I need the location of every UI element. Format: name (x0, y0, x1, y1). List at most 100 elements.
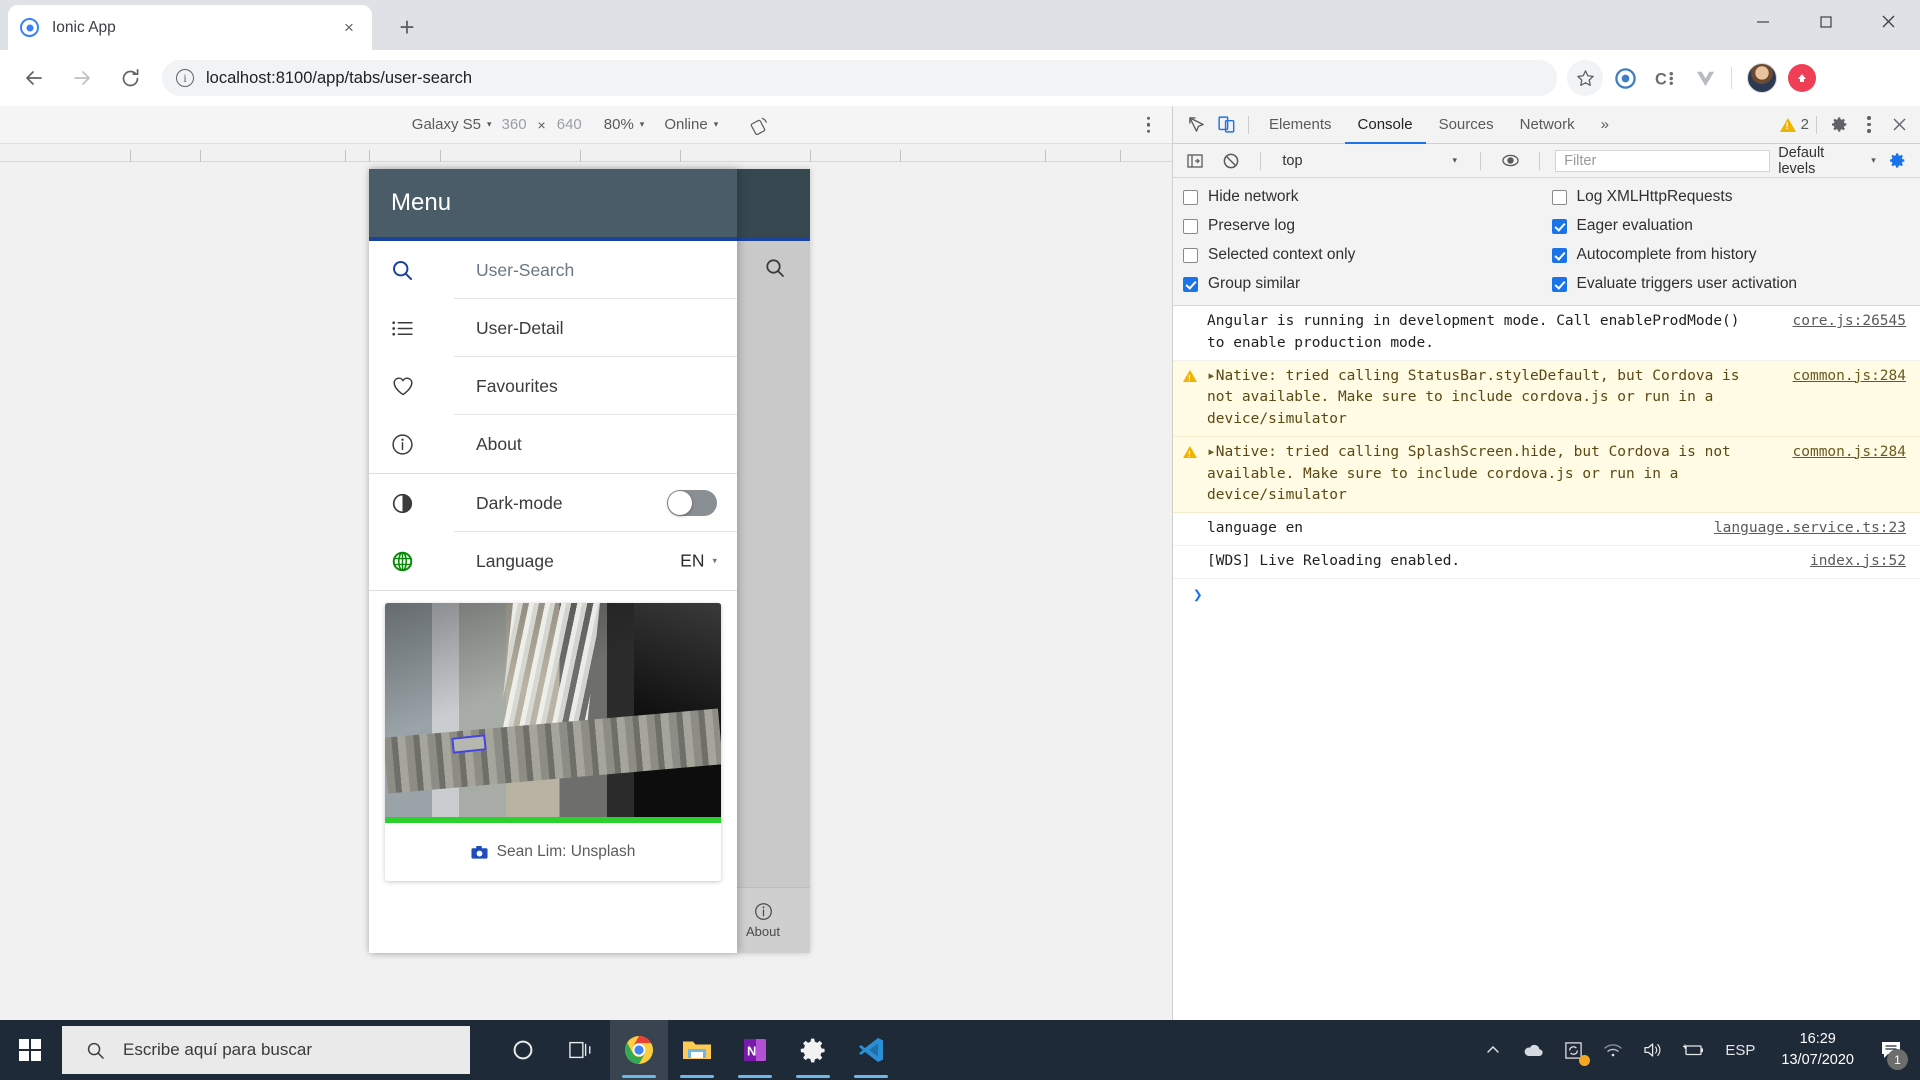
windows-start-icon[interactable] (0, 1020, 60, 1080)
checkbox[interactable] (1552, 248, 1567, 263)
language-select-value[interactable]: EN (680, 551, 704, 572)
console-message[interactable]: ▸Native: tried calling SplashScreen.hide… (1173, 437, 1920, 513)
taskbar-cortana-icon[interactable] (494, 1020, 552, 1080)
checkbox[interactable] (1552, 277, 1567, 292)
log-levels-selector[interactable]: Default levels ▾ (1778, 145, 1875, 177)
taskbar-task-view-icon[interactable] (552, 1020, 610, 1080)
star-icon[interactable] (1567, 60, 1603, 96)
checkbox[interactable] (1183, 248, 1198, 263)
pocket-icon[interactable] (1784, 60, 1820, 96)
keyboard-language-indicator[interactable]: ESP (1713, 1042, 1767, 1059)
dark-mode-toggle[interactable] (667, 490, 717, 516)
expand-arrow-icon[interactable]: ▸ (1207, 368, 1216, 384)
address-bar[interactable]: i localhost:8100/app/tabs/user-search (162, 60, 1557, 96)
show-hidden-icons-icon[interactable] (1473, 1020, 1513, 1080)
tab-elements[interactable]: Elements (1256, 106, 1345, 144)
console-message[interactable]: [WDS] Live Reloading enabled. index.js:5… (1173, 546, 1920, 579)
menu-item-user-detail[interactable]: User-Detail (369, 299, 737, 357)
setting-hide-network[interactable]: Hide network (1183, 188, 1552, 206)
onedrive-icon[interactable] (1513, 1020, 1553, 1080)
console-message-source[interactable]: core.js:26545 (1793, 311, 1907, 333)
checkbox[interactable] (1183, 190, 1198, 205)
setting-selected-context-only[interactable]: Selected context only (1183, 246, 1552, 264)
warning-count-badge[interactable]: 2 (1780, 116, 1809, 133)
menu-item-user-search[interactable]: User-Search (369, 241, 737, 299)
wifi-icon[interactable] (1593, 1020, 1633, 1080)
setting-preserve-log[interactable]: Preserve log (1183, 217, 1552, 235)
expand-arrow-icon[interactable]: ▸ (1207, 444, 1216, 460)
extension-clipboard-icon[interactable]: C (1647, 60, 1683, 96)
setting-eager-evaluation[interactable]: Eager evaluation (1552, 217, 1920, 235)
extension-vue-icon[interactable] (1687, 60, 1723, 96)
checkbox[interactable] (1183, 219, 1198, 234)
taskbar-clock[interactable]: 16:29 13/07/2020 (1767, 1029, 1868, 1071)
window-maximize-button[interactable] (1794, 0, 1857, 43)
execution-context-selector[interactable]: top ▾ (1276, 150, 1465, 172)
clear-console-icon[interactable] (1217, 147, 1245, 175)
more-tabs-button[interactable]: » (1588, 106, 1622, 144)
taskbar-search-input[interactable]: Escribe aquí para buscar (62, 1026, 470, 1074)
menu-item-dark-mode[interactable]: Dark-mode (369, 474, 737, 532)
back-button[interactable] (14, 58, 54, 98)
live-expression-icon[interactable] (1496, 147, 1524, 175)
toggle-device-toolbar-icon[interactable] (1211, 111, 1241, 139)
profile-avatar[interactable] (1744, 60, 1780, 96)
site-info-icon[interactable]: i (176, 69, 194, 87)
battery-icon[interactable] (1673, 1020, 1713, 1080)
chevron-down-icon: ▾ (640, 119, 645, 130)
tab-console[interactable]: Console (1345, 106, 1426, 144)
extension-ionic-icon[interactable] (1607, 60, 1643, 96)
menu-item-language[interactable]: Language EN ▾ (369, 532, 737, 590)
console-message-source[interactable]: index.js:52 (1810, 551, 1906, 573)
console-sidebar-icon[interactable] (1181, 147, 1209, 175)
checkbox[interactable] (1552, 219, 1567, 234)
console-message-source[interactable]: common.js:284 (1793, 366, 1907, 388)
console-message-source[interactable]: common.js:284 (1793, 442, 1907, 464)
device-selector[interactable]: Galaxy S5 ▾ (412, 116, 492, 133)
rotate-device-icon[interactable] (750, 115, 770, 135)
window-close-button[interactable] (1857, 0, 1920, 43)
volume-icon[interactable] (1633, 1020, 1673, 1080)
browser-tab[interactable]: Ionic App × (8, 5, 372, 50)
checkbox[interactable] (1183, 277, 1198, 292)
notifications-icon[interactable]: 1 (1868, 1020, 1914, 1080)
device-width-input[interactable]: 360 (502, 116, 527, 133)
setting-log-xmlhttprequests[interactable]: Log XMLHttpRequests (1552, 188, 1920, 206)
device-height-input[interactable]: 640 (557, 116, 582, 133)
taskbar-vscode-icon[interactable] (842, 1020, 900, 1080)
zoom-selector[interactable]: 80% ▾ (604, 116, 645, 133)
console-prompt[interactable]: ❯ (1173, 579, 1920, 610)
inspect-element-icon[interactable] (1181, 111, 1211, 139)
menu-item-about[interactable]: About (369, 415, 737, 473)
throttling-selector[interactable]: Online ▾ (664, 116, 718, 133)
taskbar-file-explorer-icon[interactable] (668, 1020, 726, 1080)
sync-icon[interactable] (1553, 1020, 1593, 1080)
reload-button[interactable] (110, 58, 150, 98)
gear-icon[interactable] (1824, 111, 1854, 139)
forward-button[interactable] (62, 58, 102, 98)
device-toolbar-more-options[interactable] (1147, 116, 1151, 133)
new-tab-button[interactable]: + (390, 10, 424, 44)
console-message[interactable]: Angular is running in development mode. … (1173, 306, 1920, 361)
setting-autocomplete-from-history[interactable]: Autocomplete from history (1552, 246, 1920, 264)
setting-group-similar[interactable]: Group similar (1183, 275, 1552, 293)
tab-sources[interactable]: Sources (1426, 106, 1507, 144)
close-tab-button[interactable]: × (338, 17, 360, 39)
taskbar-onenote-icon[interactable]: N (726, 1020, 784, 1080)
tab-network[interactable]: Network (1507, 106, 1588, 144)
taskbar-settings-gear-icon[interactable] (784, 1020, 842, 1080)
console-settings-gear-icon[interactable] (1884, 147, 1912, 175)
close-icon[interactable] (1884, 111, 1914, 139)
page-search-icon[interactable] (764, 257, 786, 279)
console-message[interactable]: language en language.service.ts:23 (1173, 513, 1920, 546)
taskbar-google-chrome-icon[interactable] (610, 1020, 668, 1080)
setting-evaluate-triggers-user-activation[interactable]: Evaluate triggers user activation (1552, 275, 1920, 293)
tab-about[interactable]: About (728, 902, 798, 939)
more-options-icon[interactable] (1854, 111, 1884, 139)
menu-item-favourites[interactable]: Favourites (369, 357, 737, 415)
console-message[interactable]: ▸Native: tried calling StatusBar.styleDe… (1173, 361, 1920, 437)
console-filter-input[interactable]: Filter (1555, 150, 1770, 172)
window-minimize-button[interactable] (1731, 0, 1794, 43)
console-message-source[interactable]: language.service.ts:23 (1714, 518, 1906, 540)
checkbox[interactable] (1552, 190, 1567, 205)
